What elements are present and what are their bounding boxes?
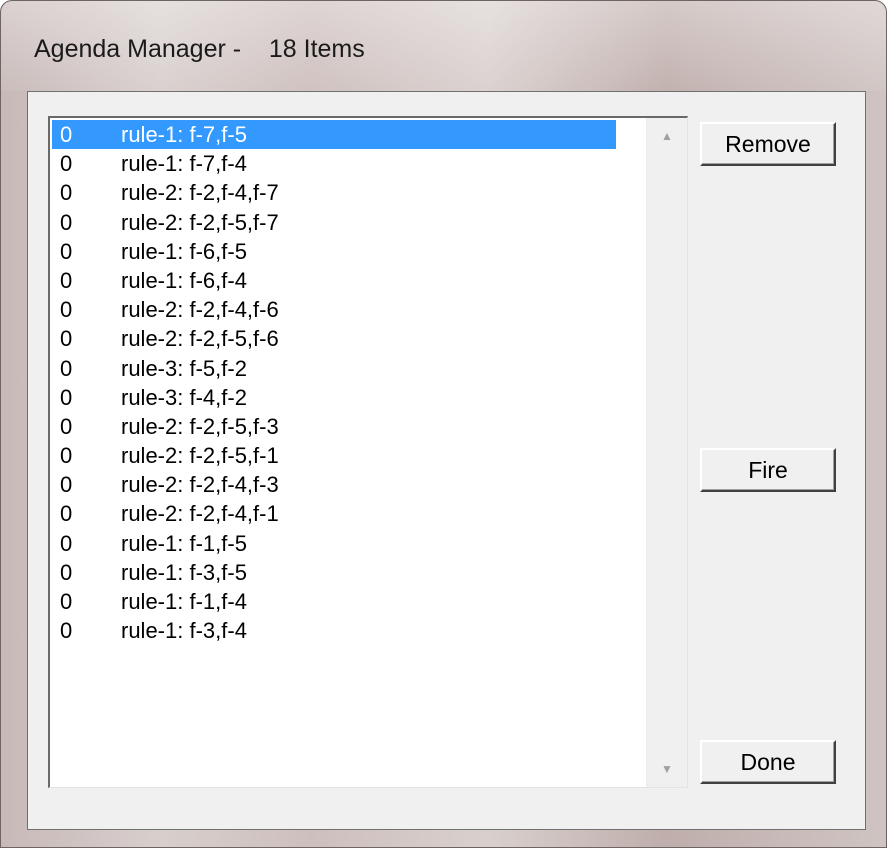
agenda-item-priority: 0 — [60, 267, 73, 293]
agenda-list-item[interactable]: 0 rule-2: f-2,f-5,f-1 — [52, 441, 616, 470]
agenda-item-activation: rule-2: f-2,f-5,f-6 — [121, 326, 279, 352]
fire-button[interactable]: Fire — [700, 448, 836, 492]
agenda-item-activation: rule-1: f-1,f-4 — [121, 589, 247, 614]
scroll-up-arrow-icon[interactable]: ▲ — [647, 122, 687, 150]
agenda-list-item[interactable]: 0 rule-1: f-7,f-5 — [52, 120, 616, 150]
agenda-manager-window: Agenda Manager - 18 Items 0 rule-1: f-7,f… — [0, 0, 887, 848]
agenda-list-item[interactable]: 0 rule-2: f-2,f-4,f-6 — [52, 295, 616, 324]
agenda-list-item[interactable]: 0 rule-1: f-7,f-4 — [52, 149, 616, 178]
agenda-item-activation: rule-1: f-6,f-5 — [121, 238, 247, 264]
agenda-list-item[interactable]: 0 rule-2: f-2,f-4,f-1 — [52, 499, 616, 528]
agenda-item-priority: 0 — [60, 151, 73, 177]
agenda-item-priority: 0 — [60, 589, 73, 614]
agenda-list-item[interactable]: 0 rule-2: f-2,f-4,f-3 — [52, 470, 616, 499]
agenda-item-priority: 0 — [60, 618, 73, 644]
agenda-list-item[interactable]: 0 rule-2: f-2,f-5,f-7 — [52, 208, 616, 237]
agenda-item-priority: 0 — [60, 122, 73, 147]
agenda-item-activation: rule-2: f-2,f-5,f-1 — [121, 443, 279, 469]
agenda-list-item[interactable]: 0 rule-2: f-2,f-5,f-3 — [52, 412, 616, 441]
agenda-item-activation: rule-3: f-5,f-2 — [121, 355, 247, 381]
agenda-item-activation: rule-1: f-7,f-4 — [121, 151, 247, 177]
agenda-item-priority: 0 — [60, 326, 73, 352]
agenda-item-activation: rule-1: f-6,f-4 — [121, 267, 247, 293]
agenda-list-item[interactable]: 0 rule-1: f-1,f-5 — [52, 529, 616, 558]
agenda-item-priority: 0 — [60, 413, 73, 439]
agenda-item-priority: 0 — [60, 501, 73, 527]
window-title: Agenda Manager - 18 Items — [34, 35, 365, 63]
agenda-list-item[interactable]: 0 rule-2: f-2,f-5,f-6 — [52, 324, 616, 353]
agenda-item-priority: 0 — [60, 297, 73, 323]
done-button[interactable]: Done — [700, 740, 836, 784]
agenda-item-activation: rule-1: f-7,f-5 — [121, 122, 247, 147]
agenda-item-priority: 0 — [60, 180, 73, 206]
agenda-item-priority: 0 — [60, 209, 73, 235]
agenda-item-activation: rule-1: f-3,f-4 — [121, 618, 247, 644]
agenda-item-priority: 0 — [60, 384, 73, 410]
scroll-down-arrow-icon[interactable]: ▼ — [647, 755, 687, 783]
agenda-item-activation: rule-2: f-2,f-5,f-3 — [121, 413, 279, 439]
agenda-item-activation: rule-2: f-2,f-4,f-3 — [121, 472, 279, 498]
agenda-list-item[interactable]: 0 rule-1: f-3,f-4 — [52, 616, 616, 645]
agenda-item-priority: 0 — [60, 238, 73, 264]
agenda-item-activation: rule-1: f-1,f-5 — [121, 530, 247, 556]
agenda-item-priority: 0 — [60, 355, 73, 381]
agenda-list-item[interactable]: 0 rule-3: f-5,f-2 — [52, 354, 616, 383]
agenda-item-activation: rule-2: f-2,f-4,f-6 — [121, 297, 279, 323]
agenda-item-priority: 0 — [60, 443, 73, 469]
agenda-item-activation: rule-3: f-4,f-2 — [121, 384, 247, 410]
agenda-list-item[interactable]: 0 rule-3: f-4,f-2 — [52, 383, 616, 412]
agenda-list-item[interactable]: 0 rule-1: f-6,f-4 — [52, 266, 616, 295]
agenda-item-activation: rule-1: f-3,f-5 — [121, 559, 247, 585]
agenda-list-item[interactable]: 0 rule-2: f-2,f-4,f-7 — [52, 178, 616, 207]
agenda-list-item[interactable]: 0 rule-1: f-6,f-5 — [52, 237, 616, 266]
listbox-scrollbar[interactable]: ▲ ▼ — [646, 118, 687, 787]
agenda-item-activation: rule-2: f-2,f-4,f-1 — [121, 501, 279, 527]
agenda-item-list: 0 rule-1: f-7,f-5 0 rule-1: f-7,f-4 0 rule-2:… — [52, 120, 616, 645]
agenda-list-item[interactable]: 0 rule-1: f-1,f-4 — [52, 587, 616, 616]
agenda-list-item[interactable]: 0 rule-1: f-3,f-5 — [52, 558, 616, 587]
agenda-item-priority: 0 — [60, 530, 73, 556]
agenda-listbox[interactable]: 0 rule-1: f-7,f-5 0 rule-1: f-7,f-4 0 rule-2:… — [48, 116, 688, 788]
agenda-item-activation: rule-2: f-2,f-5,f-7 — [121, 209, 279, 235]
remove-button[interactable]: Remove — [700, 122, 836, 166]
agenda-item-activation: rule-2: f-2,f-4,f-7 — [121, 180, 279, 206]
dialog-client-area: 0 rule-1: f-7,f-5 0 rule-1: f-7,f-4 0 rule-2:… — [27, 91, 866, 830]
agenda-item-priority: 0 — [60, 559, 73, 585]
agenda-item-priority: 0 — [60, 472, 73, 498]
